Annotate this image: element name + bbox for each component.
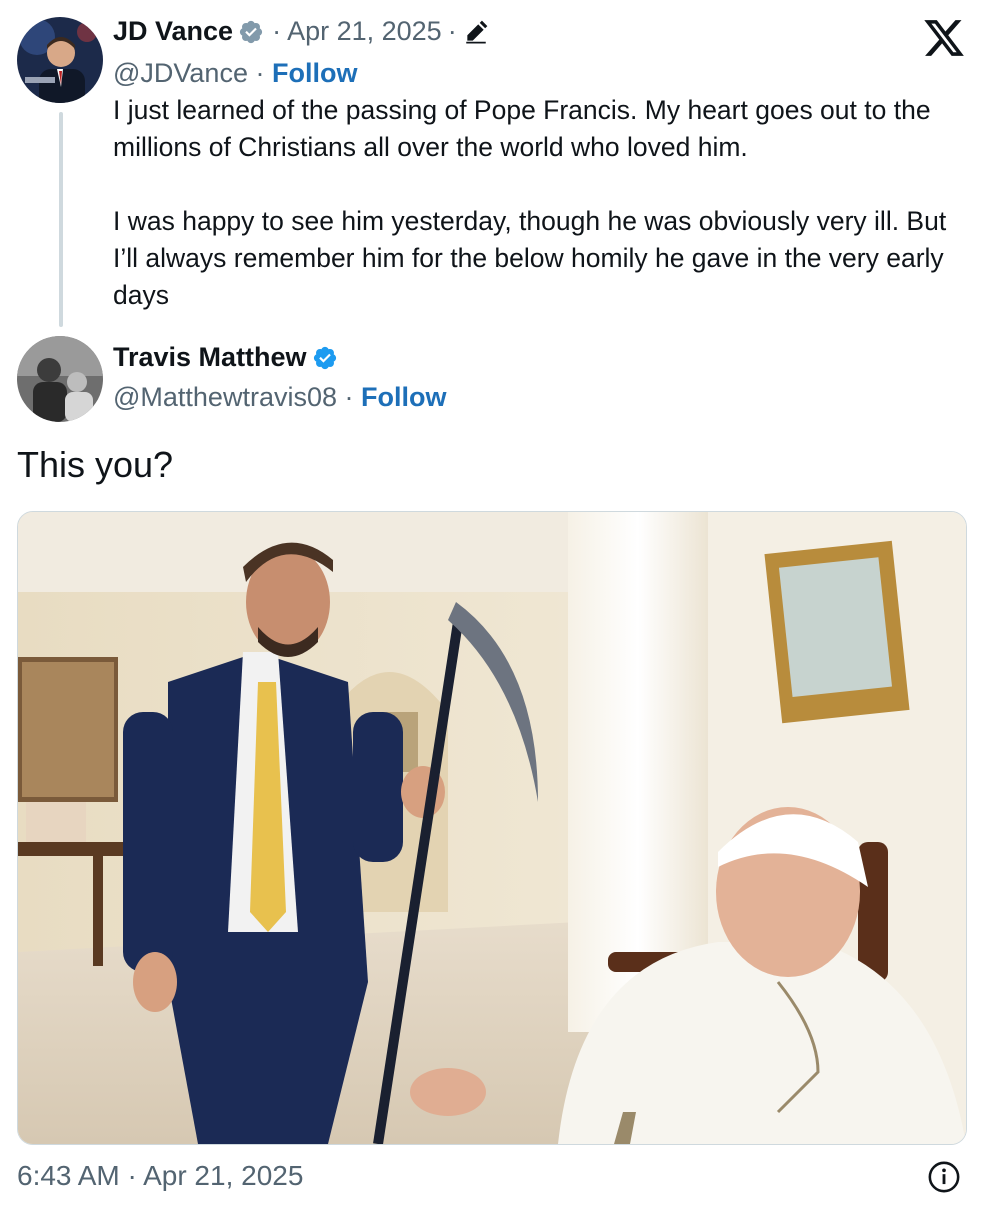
tweet-photo[interactable] (17, 511, 967, 1145)
follow-button[interactable]: Follow (361, 382, 446, 412)
reply-tweet-header: Travis Matthew (113, 342, 338, 373)
jdvance-avatar[interactable] (17, 17, 103, 103)
quoted-tweet-text: I just learned of the passing of Pope Fr… (113, 92, 963, 314)
tweet-timestamp[interactable]: 6:43 AM · Apr 21, 2025 (17, 1160, 303, 1192)
author-handle[interactable]: @JDVance (113, 58, 248, 88)
reply-tweet-text: This you? (17, 444, 174, 485)
info-icon[interactable] (927, 1160, 961, 1194)
separator: · (255, 58, 265, 88)
verified-badge-icon (239, 20, 263, 43)
separator: · (272, 16, 282, 46)
follow-button[interactable]: Follow (272, 58, 357, 88)
author-name[interactable]: JD Vance (113, 16, 233, 47)
quoted-handle-row: @JDVance · Follow (113, 58, 357, 89)
author-handle[interactable]: @Matthewtravis08 (113, 382, 337, 412)
x-logo-icon[interactable] (922, 16, 966, 60)
separator: · (447, 16, 457, 46)
tweet-paragraph: I was happy to see him yesterday, though… (113, 206, 947, 310)
tweet-date[interactable]: Apr 21, 2025 (287, 16, 442, 47)
quoted-tweet-header: JD Vance · Apr 21, 2025 · (113, 16, 489, 47)
author-name[interactable]: Travis Matthew (113, 342, 307, 373)
reply-handle-row: @Matthewtravis08 · Follow (113, 382, 447, 412)
verified-badge-icon (313, 346, 336, 369)
tweet-paragraph: I just learned of the passing of Pope Fr… (113, 95, 931, 162)
edited-pencil-icon[interactable] (463, 19, 489, 45)
travismatthew-avatar[interactable] (17, 336, 103, 422)
thread-connector-line (59, 112, 63, 327)
